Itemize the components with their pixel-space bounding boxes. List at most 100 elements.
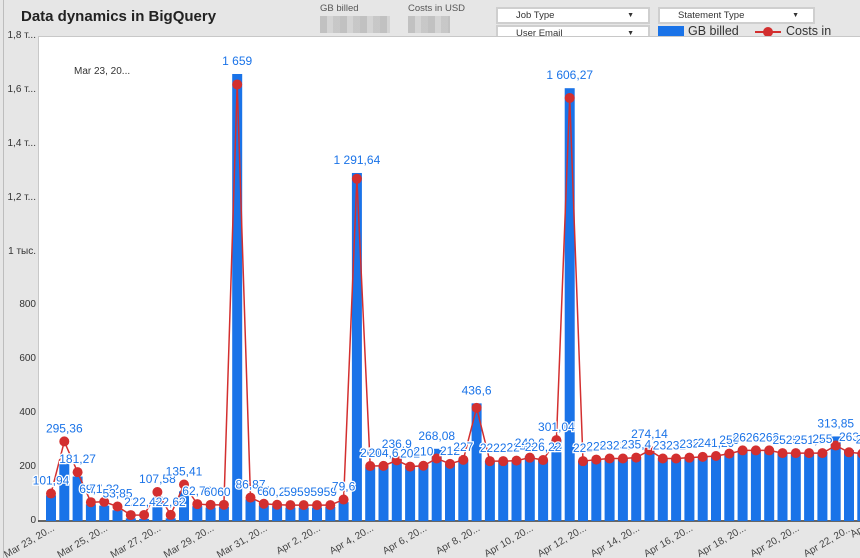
bar-gb-billed xyxy=(777,453,788,521)
bar-gb-billed xyxy=(458,459,469,521)
bar-gb-billed xyxy=(538,460,549,521)
data-label-gb-billed: 135,41 xyxy=(166,465,203,479)
point-costs-usd xyxy=(338,494,349,505)
bar-gb-billed xyxy=(737,450,748,521)
data-label-gb-billed: 181,27 xyxy=(59,452,96,466)
data-label-gb-billed: 301,04 xyxy=(538,420,575,434)
bar-gb-billed xyxy=(591,459,602,521)
data-label-gb-billed: 226,22 xyxy=(525,440,562,454)
point-costs-usd xyxy=(245,492,256,503)
x-tick-label: Mar 23, 20... xyxy=(2,523,56,558)
point-costs-usd xyxy=(684,452,695,463)
point-costs-usd xyxy=(564,92,575,103)
bar-gb-billed xyxy=(750,450,761,521)
data-label-gb-billed: 59 xyxy=(284,485,298,499)
point-costs-usd xyxy=(285,500,296,511)
point-costs-usd xyxy=(498,456,509,467)
point-costs-usd xyxy=(125,510,136,521)
bar-gb-billed xyxy=(365,467,376,521)
point-costs-usd xyxy=(272,499,283,510)
x-tick-label: Apr 18, 20... xyxy=(695,523,748,558)
point-costs-usd xyxy=(657,453,668,464)
bar-gb-billed xyxy=(445,463,455,521)
bar-gb-billed xyxy=(578,461,588,521)
point-costs-usd xyxy=(604,453,615,464)
data-label-gb-billed: 59 xyxy=(310,485,324,499)
data-label-gb-billed: 22,4 xyxy=(132,495,156,509)
bar-gb-billed xyxy=(391,457,402,521)
bar-gb-billed xyxy=(684,456,695,521)
point-costs-usd xyxy=(232,79,243,90)
bar-gb-billed xyxy=(245,499,256,521)
point-costs-usd xyxy=(418,460,429,471)
bar-gb-billed xyxy=(631,457,642,521)
point-costs-usd xyxy=(378,460,389,471)
bar-gb-billed xyxy=(405,466,416,521)
x-tick-label: Apr 22, 20... xyxy=(802,523,855,558)
data-label-gb-billed: 60 xyxy=(217,485,231,499)
data-label-gb-billed: 227 xyxy=(453,440,473,454)
data-label-gb-billed: 436,6 xyxy=(462,383,492,397)
point-costs-usd xyxy=(258,498,269,509)
bar-gb-billed xyxy=(644,447,655,521)
point-costs-usd xyxy=(484,456,495,467)
point-costs-usd xyxy=(112,501,123,512)
point-costs-usd xyxy=(697,451,708,462)
x-tick-label: Mar 27, 20... xyxy=(109,523,163,558)
bar-gb-billed xyxy=(564,88,575,522)
x-tick-label: Mar 25, 20... xyxy=(56,523,110,558)
data-label-gb-billed: 1 291,64 xyxy=(334,153,381,167)
bar-gb-billed xyxy=(790,453,801,521)
point-costs-usd xyxy=(724,448,735,459)
x-tick-label: Apr 2, 20... xyxy=(275,523,323,557)
point-costs-usd xyxy=(46,488,56,499)
bar-gb-billed xyxy=(817,452,828,521)
point-costs-usd xyxy=(85,497,96,508)
point-costs-usd xyxy=(804,448,815,459)
point-costs-usd xyxy=(591,454,602,465)
point-costs-usd xyxy=(59,436,70,447)
data-label-gb-billed: 60 xyxy=(204,485,218,499)
bar-gb-billed xyxy=(844,450,854,521)
data-label-gb-billed: 25 xyxy=(856,432,860,446)
x-tick-label: Apr 14, 20... xyxy=(589,523,642,558)
point-costs-usd xyxy=(298,500,309,511)
point-costs-usd xyxy=(844,447,854,458)
data-label-gb-billed: 79,6 xyxy=(332,480,356,494)
point-costs-usd xyxy=(405,461,416,472)
bar-gb-billed xyxy=(498,461,509,521)
bar-gb-billed xyxy=(711,455,721,521)
point-costs-usd xyxy=(351,173,362,184)
bar-gb-billed xyxy=(378,466,389,521)
bar-gb-billed xyxy=(59,461,70,521)
chart-svg: 101,94295,36181,2769,771,3253,852222,410… xyxy=(2,53,860,558)
bar-gb-billed xyxy=(697,456,708,521)
bar-gb-billed xyxy=(804,453,815,521)
data-label-gb-billed: 1 659 xyxy=(222,54,252,68)
point-costs-usd xyxy=(631,452,642,463)
point-costs-usd xyxy=(817,448,828,459)
point-costs-usd xyxy=(165,509,176,520)
bar-gb-billed xyxy=(99,505,110,521)
point-costs-usd xyxy=(139,509,150,520)
point-costs-usd xyxy=(192,499,203,510)
x-tick-label: Apr 10, 20... xyxy=(483,523,536,558)
point-costs-usd xyxy=(777,448,788,459)
point-costs-usd xyxy=(471,402,482,413)
x-tick-label: Apr 6, 20... xyxy=(381,523,429,557)
data-label-gb-billed: 268,08 xyxy=(418,429,455,443)
x-tick-label: Apr 12, 20... xyxy=(536,523,589,558)
point-costs-usd xyxy=(325,500,336,511)
point-costs-usd xyxy=(538,455,549,466)
data-label-gb-billed: 295,36 xyxy=(46,421,83,435)
bar-gb-billed xyxy=(112,510,123,521)
point-costs-usd xyxy=(671,453,682,464)
bar-gb-billed xyxy=(764,450,775,521)
bar-gb-billed xyxy=(418,464,429,521)
bar-gb-billed xyxy=(604,458,615,521)
bar-gb-billed xyxy=(46,495,56,521)
bar-gb-billed xyxy=(338,502,349,521)
x-tick-label: Apr xyxy=(849,523,860,541)
point-costs-usd xyxy=(511,455,522,466)
bar-gb-billed xyxy=(351,172,362,521)
